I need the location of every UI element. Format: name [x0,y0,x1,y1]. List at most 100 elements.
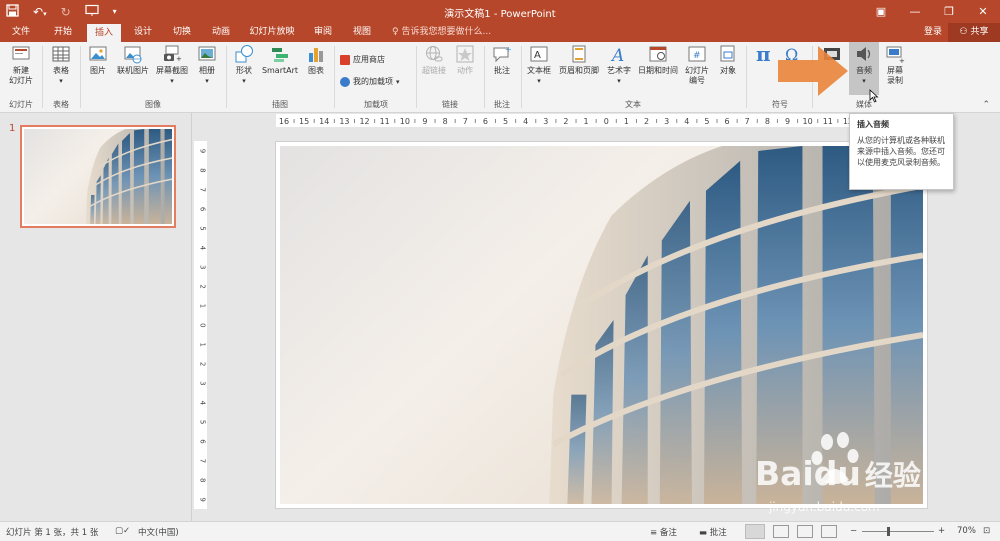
title-bar: ↶▾ ↻ ▾ 演示文稿1 - PowerPoint ▣ — ❐ ✕ [0,0,1000,23]
store-button[interactable]: 应用商店 [340,53,385,67]
ruler-tick-label: 9 [199,497,207,501]
screenshot-icon: + [162,44,182,64]
wordart-button[interactable]: A 艺术字 ▾ [604,44,634,86]
audio-label: 音频 [856,66,872,75]
ruler-tick-label: 6 [199,439,207,444]
notes-button[interactable]: ≡ 备注 [650,526,677,538]
tab-view[interactable]: 视图 [345,23,379,42]
ruler-tick-label: 3 [199,265,207,269]
table-button[interactable]: 表格 ▾ [46,44,76,86]
ruler-tick-label: 9 [422,117,427,126]
audio-button[interactable]: 音频 ▾ [850,44,878,86]
fit-to-window-icon[interactable]: ⊡ [983,526,990,536]
online-picture-button[interactable]: 联机图片 [113,44,153,76]
online-picture-icon [123,44,143,64]
spell-check-icon[interactable]: ▢✓ [115,526,130,536]
ribbon-insert: 新建 幻灯片 幻灯片 表格 ▾ 表格 图片 联机图片 + 屏幕截图 ▾ 相册 ▾ 图像 [0,42,1000,113]
screenshot-button[interactable]: + 屏幕截图 ▾ [153,44,191,86]
header-footer-icon [569,44,589,64]
slideshow-view-icon[interactable] [821,525,837,538]
ruler-tick-label: 11 [823,117,833,126]
speaker-icon [854,44,874,64]
notes-label: 备注 [659,528,677,538]
comment-button[interactable]: + 批注 [488,44,516,76]
slide-sorter-icon[interactable] [773,525,789,538]
ruler-tick-label: 5 [199,226,207,230]
hyperlink-button[interactable]: 超链接 [419,44,449,76]
header-footer-button[interactable]: 页眉和页脚 [555,44,603,76]
ruler-tick-label: 7 [199,188,207,192]
audio-tooltip: 插入音频 从您的计算机或各种联机来源中插入音频。您还可以使用麦克风录制音频。 [849,113,954,190]
shapes-button[interactable]: 形状 ▾ [230,44,258,86]
separator [521,46,522,108]
ruler-tick-label: 2 [199,362,207,366]
ruler-tick-label: 16 [279,117,289,126]
tell-me-text: 告诉我您想要做什么... [401,27,492,37]
screen-record-button[interactable]: + 屏幕 录制 [880,44,910,86]
collapse-ribbon-icon[interactable]: ⌃ [982,100,990,110]
tooltip-title: 插入音频 [857,120,889,129]
datetime-button[interactable]: 日期和时间 [635,44,681,76]
datetime-label: 日期和时间 [638,66,678,75]
group-images-label: 图像 [145,100,161,109]
action-button[interactable]: 动作 [451,44,479,76]
language-status[interactable]: 中文(中国) [138,526,179,538]
login-link[interactable]: 登录 [924,23,942,42]
ruler-tick-label: 14 [319,117,329,126]
ruler-tick-label: 11 [380,117,390,126]
pi-icon: π [755,42,775,66]
ruler-tick-label: 13 [339,117,349,126]
textbox-button[interactable]: A 文本框 ▾ [524,44,554,86]
ruler-tick-label: 7 [199,459,207,463]
svg-text:+: + [505,45,512,54]
ruler-tick-label: 1 [624,117,629,126]
ruler-tick-label: 5 [199,420,207,424]
restore-icon[interactable]: ❐ [932,0,966,23]
zoom-slider[interactable] [862,531,934,532]
smartart-button[interactable]: SmartArt [259,44,301,76]
new-slide-button[interactable]: 新建 幻灯片 [3,44,39,86]
comments-button[interactable]: ▬ 批注 [699,526,727,538]
tab-review[interactable]: 审阅 [306,23,340,42]
ribbon-display-options-icon[interactable]: ▣ [864,0,898,23]
object-button[interactable]: 对象 [714,44,742,76]
tab-insert[interactable]: 插入 [87,24,121,42]
tab-file[interactable]: 文件 [4,23,38,42]
window-title: 演示文稿1 - PowerPoint [444,9,556,20]
album-button[interactable]: 相册 ▾ [193,44,221,86]
tab-transitions[interactable]: 切换 [165,23,199,42]
zoom-out-icon[interactable]: − [850,526,857,536]
svg-text:A: A [610,46,624,64]
close-icon[interactable]: ✕ [966,0,1000,23]
tab-home[interactable]: 开始 [45,23,81,42]
zoom-slider-thumb[interactable] [887,527,890,536]
normal-view-icon[interactable] [745,524,765,539]
tell-me-box[interactable]: ♀ 告诉我您想要做什么... [392,23,491,42]
tab-slideshow[interactable]: 幻灯片放映 [244,23,300,42]
reading-view-icon[interactable] [797,525,813,538]
slide-thumbnail[interactable] [20,125,176,228]
group-illustrations-label: 插图 [272,100,288,109]
picture-button[interactable]: 图片 [84,44,112,76]
status-bar: 幻灯片 第 1 张，共 1 张 ▢✓ 中文(中国) ≡ 备注 ▬ 批注 − + … [0,521,1000,541]
my-addins-button[interactable]: 我的加载项 ▾ [340,75,400,89]
tab-design[interactable]: 设计 [126,23,160,42]
tab-animations[interactable]: 动画 [204,23,238,42]
zoom-in-icon[interactable]: + [938,526,945,536]
album-label: 相册 [199,66,215,75]
zoom-level[interactable]: 70% [957,526,976,536]
slide-number-button[interactable]: # 幻灯片 编号 [682,44,712,86]
share-button[interactable]: ⚇ 共享 [948,23,1000,42]
separator [226,46,227,108]
ruler-tick-label: 5 [503,117,508,126]
baidu-watermark: Baidu 经验 jingyan.baidu.com [735,428,980,518]
chart-button[interactable]: 图表 [303,44,329,76]
ruler-tick-label: 2 [199,284,207,288]
equation-button[interactable]: π [752,42,778,66]
minimize-icon[interactable]: — [898,0,932,23]
ruler-tick-label: 10 [400,117,410,126]
slide-number-label: 幻灯片 编号 [685,66,709,85]
star-action-icon [455,44,475,64]
ruler-tick-label: 12 [359,117,369,126]
my-addins-label: 我的加载项 [353,77,393,86]
